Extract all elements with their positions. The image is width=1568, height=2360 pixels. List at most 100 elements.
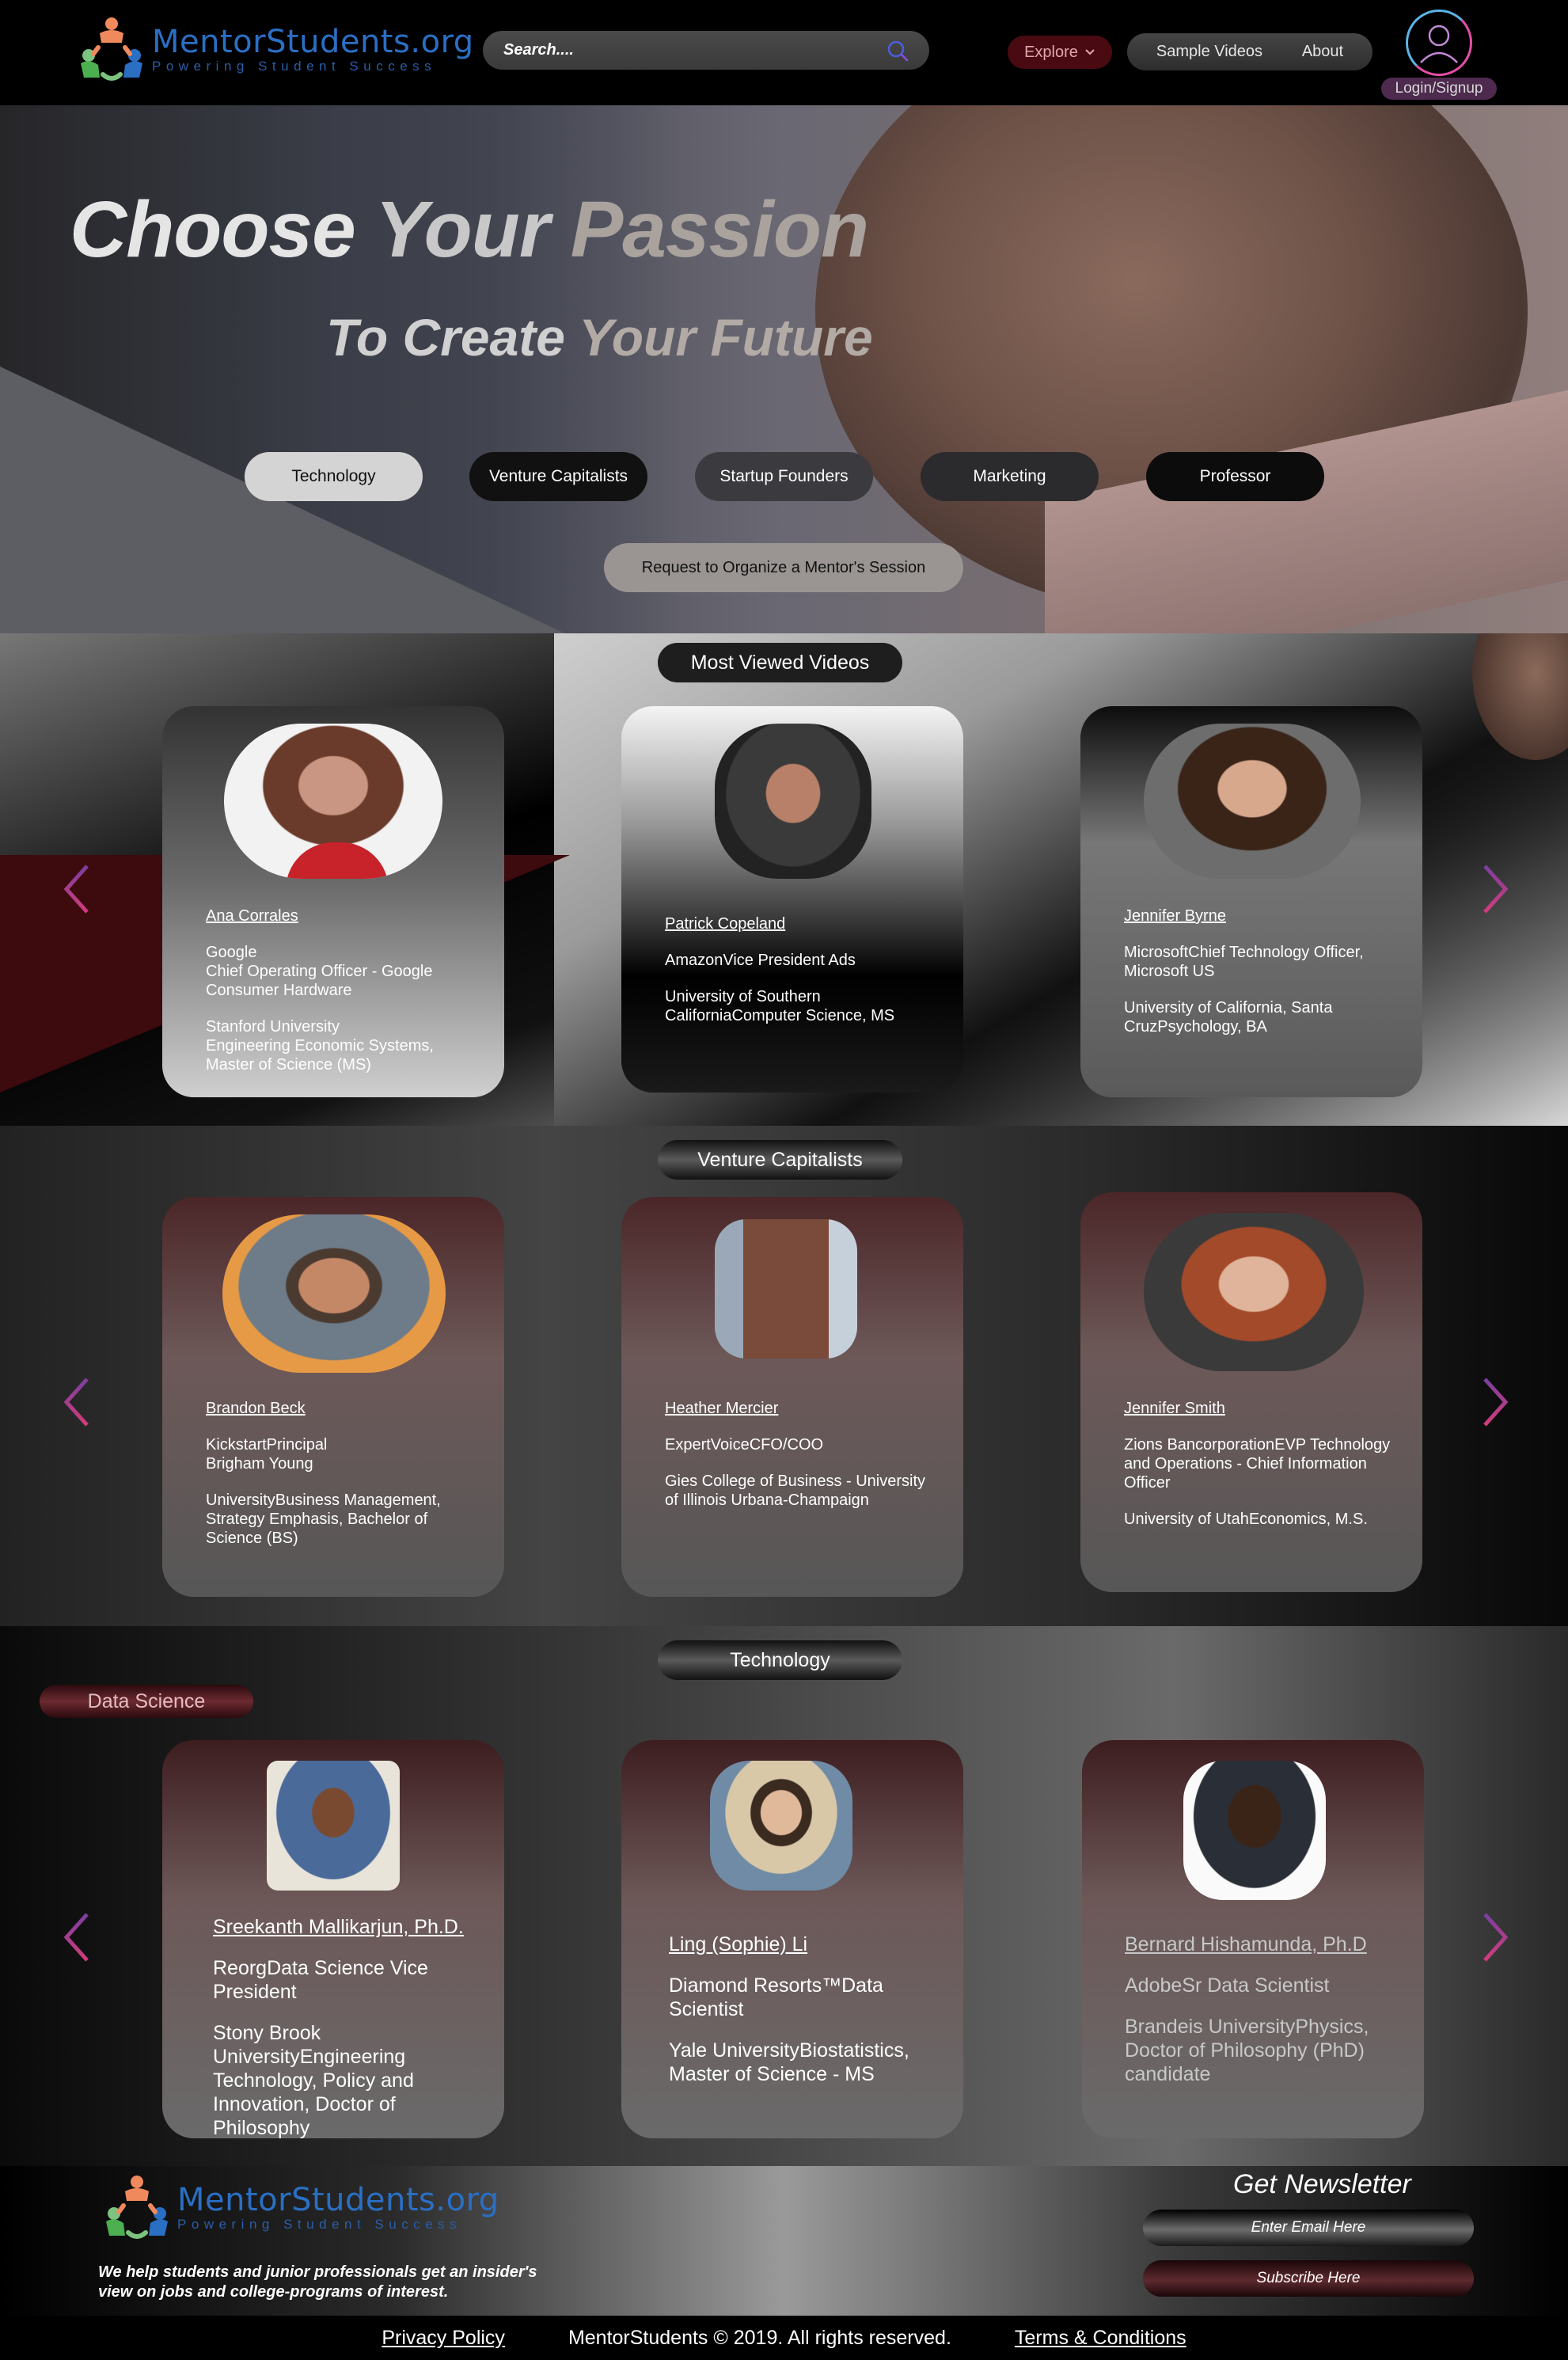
mentor-card[interactable]: Patrick Copeland AmazonVice President Ad…: [621, 706, 963, 1093]
logo-tagline: Powering Student Success: [152, 59, 437, 74]
mentor-name-link[interactable]: Heather Mercier: [665, 1400, 940, 1418]
mentor-company: Google Chief Operating Officer - Google …: [206, 944, 433, 999]
mentor-name-link[interactable]: Jennifer Byrne: [1124, 907, 1399, 925]
mentor-education: University of Southern CaliforniaCompute…: [665, 988, 895, 1024]
chevron-right-icon: [1483, 1378, 1509, 1427]
chevron-right-icon: [1483, 1913, 1509, 1962]
logo-mentor-icon: [81, 17, 142, 81]
venture-capitalists-section: Venture Capitalists Brandon Beck Kicksta…: [0, 1126, 1568, 1626]
user-avatar-icon[interactable]: [1406, 10, 1472, 76]
mentor-name-link[interactable]: Ana Corrales: [206, 907, 480, 925]
most-viewed-section: Most Viewed Videos Ana Corrales Google C…: [0, 633, 1568, 1126]
mentor-card[interactable]: Bernard Hishamunda, Ph.D AdobeSr Data Sc…: [1082, 1740, 1424, 2138]
request-session-button[interactable]: Request to Organize a Mentor's Session: [604, 543, 963, 592]
logo-mentor-icon: [106, 2176, 168, 2239]
logo-title: MentorStudents.org: [177, 2182, 499, 2218]
hero-title: Choose Your Passion: [70, 185, 869, 274]
mentor-company: MicrosoftChief Technology Officer, Micro…: [1124, 944, 1364, 980]
footer-logo[interactable]: MentorStudents.org Powering Student Succ…: [101, 2174, 499, 2240]
carousel-next-button[interactable]: [1475, 1910, 1515, 1965]
category-professor[interactable]: Professor: [1146, 452, 1324, 501]
mentor-company: Diamond Resorts™Data Scientist: [669, 1974, 883, 2020]
privacy-policy-link[interactable]: Privacy Policy: [382, 2327, 505, 2350]
mentor-card[interactable]: Jennifer Byrne MicrosoftChief Technology…: [1080, 706, 1422, 1097]
mentor-company: AdobeSr Data Scientist: [1125, 1974, 1330, 1997]
terms-conditions-link[interactable]: Terms & Conditions: [1015, 2327, 1186, 2350]
mentor-photo: [1144, 1213, 1364, 1371]
mentor-education: Stanford University Engineering Economic…: [206, 1018, 434, 1074]
hero-subtitle: To Create Your Future: [326, 308, 873, 367]
logo-tagline: Powering Student Success: [177, 2217, 462, 2232]
mentor-education: UniversityBusiness Management, Strategy …: [206, 1492, 441, 1547]
carousel-next-button[interactable]: [1475, 861, 1515, 917]
newsletter-title: Get Newsletter: [1233, 2169, 1411, 2199]
mentor-company: KickstartPrincipal Brigham Young: [206, 1436, 328, 1473]
mentor-photo: [715, 724, 871, 879]
mentor-name-link[interactable]: Patrick Copeland: [665, 915, 940, 933]
subscribe-button[interactable]: Subscribe Here: [1143, 2260, 1474, 2297]
mentor-company: ReorgData Science Vice President: [213, 1957, 428, 2003]
carousel-prev-button[interactable]: [57, 1910, 97, 1965]
mentor-name-link[interactable]: Brandon Beck: [206, 1400, 480, 1418]
footer-description: We help students and junior professional…: [98, 2263, 537, 2301]
mentor-name-link[interactable]: Sreekanth Mallikarjun, Ph.D.: [213, 1916, 480, 1939]
mentor-card[interactable]: Sreekanth Mallikarjun, Ph.D. ReorgData S…: [162, 1740, 504, 2138]
category-startup-founders[interactable]: Startup Founders: [695, 452, 873, 501]
mentor-education: Yale UniversityBiostatistics, Master of …: [669, 2039, 909, 2085]
carousel-next-button[interactable]: [1475, 1374, 1515, 1430]
mentor-education: Gies College of Business - University of…: [665, 1473, 926, 1509]
mentor-photo: [710, 1761, 852, 1891]
search-icon[interactable]: [887, 40, 909, 62]
nav-about[interactable]: About: [1302, 43, 1343, 61]
mentor-name-link[interactable]: Ling (Sophie) Li: [669, 1933, 940, 1956]
mentor-card[interactable]: Heather Mercier ExpertVoiceCFO/COO Gies …: [621, 1197, 963, 1597]
mentor-card[interactable]: Jennifer Smith Zions BancorporationEVP T…: [1080, 1192, 1422, 1592]
section-title: Most Viewed Videos: [658, 643, 902, 682]
mentor-photo: [715, 1219, 857, 1359]
mentor-card[interactable]: Ana Corrales Google Chief Operating Offi…: [162, 706, 504, 1097]
account-area[interactable]: Login/Signup: [1381, 6, 1500, 100]
site-header: MentorStudents.org Powering Student Succ…: [0, 0, 1568, 105]
mentor-name-link[interactable]: Jennifer Smith: [1124, 1400, 1399, 1418]
mentor-card[interactable]: Ling (Sophie) Li Diamond Resorts™Data Sc…: [621, 1740, 963, 2138]
footer-bottom-bar: Privacy Policy MentorStudents © 2019. Al…: [0, 2316, 1568, 2360]
mentor-name-link[interactable]: Bernard Hishamunda, Ph.D: [1125, 1933, 1400, 1956]
section-title: Technology: [658, 1640, 902, 1680]
copyright-text: MentorStudents © 2019. All rights reserv…: [568, 2326, 951, 2349]
category-venture-capitalists[interactable]: Venture Capitalists: [469, 452, 647, 501]
chevron-left-icon: [63, 865, 89, 914]
mentor-education: Brandeis UniversityPhysics, Doctor of Ph…: [1125, 2016, 1369, 2085]
mentor-photo: [224, 724, 442, 879]
mentor-company: ExpertVoiceCFO/COO: [665, 1436, 824, 1454]
explore-dropdown[interactable]: Explore: [1008, 36, 1112, 69]
login-signup-button[interactable]: Login/Signup: [1381, 78, 1497, 100]
site-logo[interactable]: MentorStudents.org Powering Student Succ…: [76, 16, 474, 82]
mentor-company: AmazonVice President Ads: [665, 952, 856, 969]
mentor-company: Zions BancorporationEVP Technology and O…: [1124, 1436, 1391, 1492]
chevron-left-icon: [63, 1378, 89, 1427]
carousel-prev-button[interactable]: [57, 861, 97, 917]
mentor-education: University of California, Santa CruzPsyc…: [1124, 999, 1333, 1036]
mentor-photo: [267, 1761, 400, 1891]
chevron-left-icon: [63, 1913, 89, 1962]
chevron-right-icon: [1483, 865, 1509, 914]
technology-section: Technology Data Science Sreekanth Mallik…: [0, 1626, 1568, 2166]
category-marketing[interactable]: Marketing: [921, 452, 1099, 501]
subcategory-data-science[interactable]: Data Science: [40, 1685, 253, 1718]
search-bar[interactable]: [483, 31, 929, 70]
search-input[interactable]: [503, 41, 887, 59]
chevron-down-icon: [1085, 49, 1095, 55]
mentor-education: Stony Brook UniversityEngineering Techno…: [213, 2022, 414, 2138]
top-nav: Sample Videos About: [1127, 33, 1372, 70]
category-technology[interactable]: Technology: [245, 452, 423, 501]
nav-sample-videos[interactable]: Sample Videos: [1156, 43, 1262, 61]
explore-label: Explore: [1024, 43, 1078, 61]
site-footer: MentorStudents.org Powering Student Succ…: [0, 2166, 1568, 2316]
mentor-photo: [1144, 724, 1361, 879]
newsletter-email-input[interactable]: [1143, 2210, 1474, 2246]
mentor-card[interactable]: Brandon Beck KickstartPrincipal Brigham …: [162, 1197, 504, 1597]
mentor-photo: [222, 1214, 446, 1373]
carousel-prev-button[interactable]: [57, 1374, 97, 1430]
mentor-education: University of UtahEconomics, M.S.: [1124, 1511, 1368, 1528]
logo-title: MentorStudents.org: [152, 24, 474, 60]
